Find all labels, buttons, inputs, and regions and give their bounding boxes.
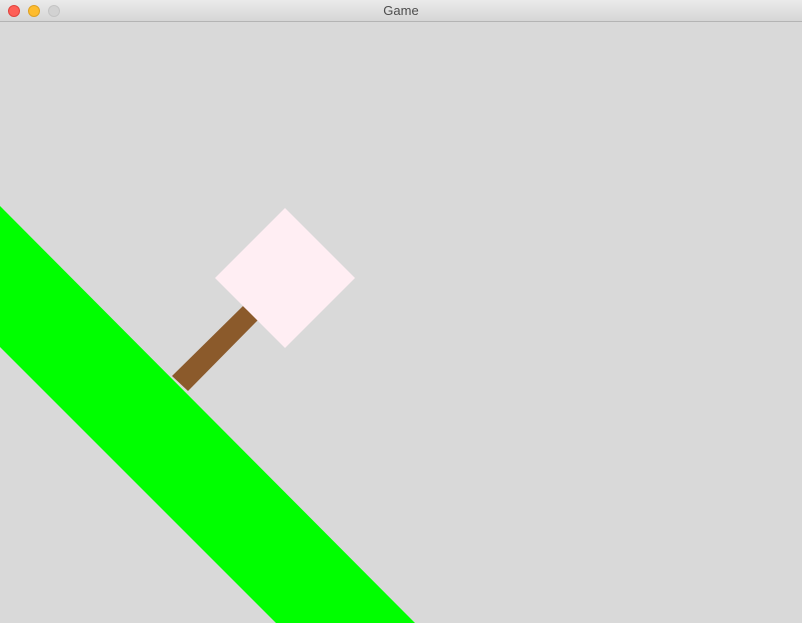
game-scene xyxy=(0,22,802,623)
title-bar[interactable]: Game xyxy=(0,0,802,22)
game-window: Game xyxy=(0,0,802,623)
window-title: Game xyxy=(383,3,419,18)
game-canvas[interactable] xyxy=(0,22,802,623)
scene-background xyxy=(0,22,802,623)
